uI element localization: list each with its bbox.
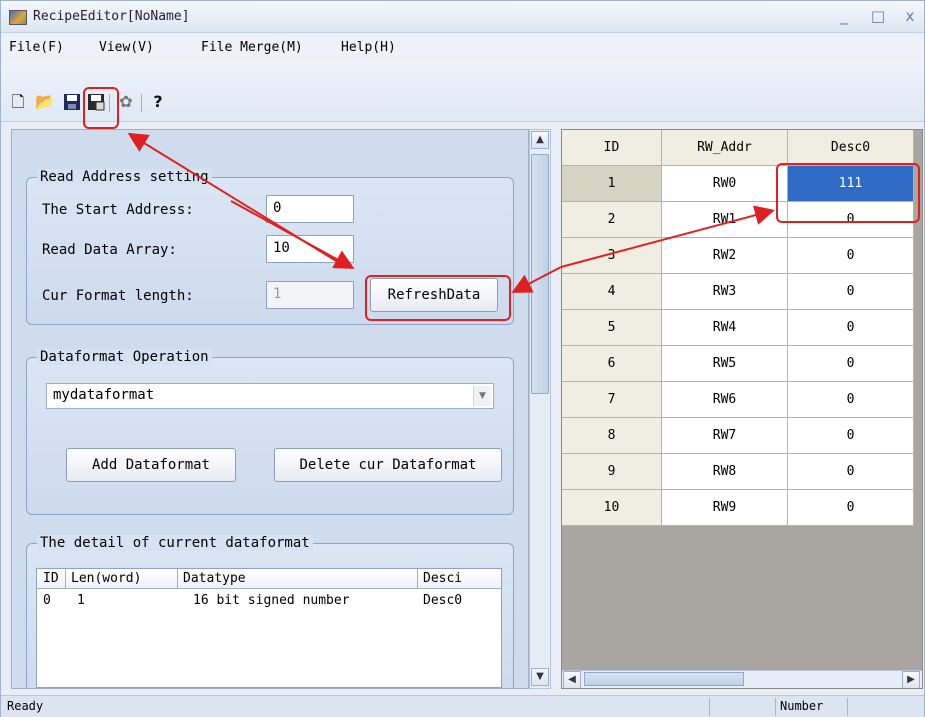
toolbar-separator xyxy=(141,94,142,112)
column-divider[interactable] xyxy=(65,569,66,589)
new-file-icon[interactable]: 🗋 xyxy=(9,93,27,111)
menu-file-merge[interactable]: File Merge(M) xyxy=(201,40,303,55)
dataformat-title: Dataformat Operation xyxy=(37,349,212,365)
scroll-thumb[interactable] xyxy=(531,154,549,394)
start-address-input[interactable]: 0 xyxy=(266,195,354,223)
help-icon[interactable]: ? xyxy=(149,93,167,111)
read-address-title: Read Address setting xyxy=(37,169,212,185)
cur-format-length-input: 1 xyxy=(266,281,354,309)
grid-cell-rw-addr[interactable]: RW2 xyxy=(662,238,788,274)
grid-cell-rw-addr[interactable]: RW8 xyxy=(662,454,788,490)
app-icon xyxy=(9,10,27,25)
status-bar: Ready Number xyxy=(1,695,924,717)
read-data-array-label: Read Data Array: xyxy=(42,242,177,258)
status-text: Ready xyxy=(7,699,44,713)
grid-cell-rw-addr[interactable]: RW3 xyxy=(662,274,788,310)
scroll-right-icon[interactable]: ▶ xyxy=(902,671,920,688)
grid-cell-id[interactable]: 8 xyxy=(562,418,662,454)
title-bar: RecipeEditor[NoName] _ □ x xyxy=(1,1,924,33)
add-dataformat-button[interactable]: Add Dataformat xyxy=(66,448,236,482)
grid-cell-id[interactable]: 7 xyxy=(562,382,662,418)
grid-cell-id[interactable]: 9 xyxy=(562,454,662,490)
status-pane-number: Number xyxy=(775,698,845,716)
save-icon[interactable] xyxy=(63,93,81,111)
read-data-array-input[interactable]: 10 xyxy=(266,235,354,263)
grid-header-id[interactable]: ID xyxy=(562,130,662,166)
col-datatype[interactable]: Datatype xyxy=(183,571,246,586)
scroll-left-icon[interactable]: ◀ xyxy=(563,671,581,688)
recipe-editor-window: RecipeEditor[NoName] _ □ x File(F) View(… xyxy=(0,0,925,717)
grid-cell-desc0[interactable]: 0 xyxy=(788,490,914,526)
grid-cell-id[interactable]: 4 xyxy=(562,274,662,310)
grid-cell-id[interactable]: 6 xyxy=(562,346,662,382)
menu-help[interactable]: Help(H) xyxy=(341,40,396,55)
close-button[interactable]: x xyxy=(899,6,921,26)
grid-cell-id[interactable]: 10 xyxy=(562,490,662,526)
grid-header-rw-addr[interactable]: RW_Addr xyxy=(662,130,788,166)
list-cell-id: 0 xyxy=(43,593,51,608)
grid-cell-rw-addr[interactable]: RW5 xyxy=(662,346,788,382)
list-cell-desc: Desc0 xyxy=(423,593,463,608)
dataformat-select-value: mydataformat xyxy=(53,387,155,403)
grid-cell-id[interactable]: 1 xyxy=(562,166,662,202)
detail-title: The detail of current dataformat xyxy=(37,535,313,551)
grid-cell-desc0[interactable]: 0 xyxy=(788,238,914,274)
grid-cell-rw-addr[interactable]: RW9 xyxy=(662,490,788,526)
refresh-highlight xyxy=(365,275,511,321)
dataformat-group: Dataformat Operation xyxy=(26,349,514,515)
grid-cell-desc0[interactable]: 0 xyxy=(788,274,914,310)
detail-list-header: ID Len(word) Datatype Desci xyxy=(37,569,501,589)
col-len[interactable]: Len(word) xyxy=(71,571,141,586)
save-highlight xyxy=(83,87,119,129)
grid-cell-rw-addr[interactable]: RW0 xyxy=(662,166,788,202)
grid-cell-desc0[interactable]: 0 xyxy=(788,418,914,454)
grid-cell-rw-addr[interactable]: RW1 xyxy=(662,202,788,238)
open-folder-icon[interactable]: 📂 xyxy=(35,93,55,111)
menu-file[interactable]: File(F) xyxy=(9,40,64,55)
toolbar: 🗋 📂 ✿ ? xyxy=(1,62,924,122)
settings-panel: Read Address setting The Start Address: … xyxy=(11,129,529,689)
grid-cell-desc0[interactable]: 0 xyxy=(788,346,914,382)
maximize-button[interactable]: □ xyxy=(867,6,889,26)
settings-icon[interactable]: ✿ xyxy=(117,93,135,111)
menu-view[interactable]: View(V) xyxy=(99,40,154,55)
grid-cell-rw-addr[interactable]: RW6 xyxy=(662,382,788,418)
status-pane-empty xyxy=(709,698,773,716)
desc-cell-highlight xyxy=(776,163,920,223)
grid-cell-rw-addr[interactable]: RW7 xyxy=(662,418,788,454)
grid-cell-id[interactable]: 5 xyxy=(562,310,662,346)
vertical-scrollbar[interactable]: ▲ ▼ xyxy=(529,129,551,689)
start-address-label: The Start Address: xyxy=(42,202,194,218)
grid-cell-rw-addr[interactable]: RW4 xyxy=(662,310,788,346)
window-title: RecipeEditor[NoName] xyxy=(33,9,190,24)
list-cell-datatype: 16 bit signed number xyxy=(193,593,350,608)
list-cell-len: 1 xyxy=(77,593,85,608)
grid-cell-desc0[interactable]: 0 xyxy=(788,310,914,346)
grid-cell-id[interactable]: 3 xyxy=(562,238,662,274)
column-divider[interactable] xyxy=(177,569,178,589)
grid-header-desc0[interactable]: Desc0 xyxy=(788,130,914,166)
col-id[interactable]: ID xyxy=(43,571,59,586)
list-item[interactable]: 0 1 16 bit signed number Desc0 xyxy=(37,593,501,611)
chevron-down-icon[interactable]: ▼ xyxy=(473,386,491,406)
dataformat-select[interactable]: mydataformat ▼ xyxy=(46,383,494,409)
hscroll-thumb[interactable] xyxy=(584,672,744,686)
delete-dataformat-button[interactable]: Delete cur Dataformat xyxy=(274,448,502,482)
col-desci[interactable]: Desci xyxy=(423,571,462,586)
scroll-up-icon[interactable]: ▲ xyxy=(531,131,549,149)
minimize-button[interactable]: _ xyxy=(833,6,855,26)
cur-format-length-label: Cur Format length: xyxy=(42,288,194,304)
menu-bar: File(F) View(V) File Merge(M) Help(H) xyxy=(1,34,924,62)
grid-cell-desc0[interactable]: 0 xyxy=(788,454,914,490)
grid-cell-id[interactable]: 2 xyxy=(562,202,662,238)
horizontal-scrollbar[interactable]: ◀ ▶ xyxy=(562,670,922,688)
status-pane-extra xyxy=(847,698,917,716)
grid-cell-desc0[interactable]: 0 xyxy=(788,382,914,418)
column-divider[interactable] xyxy=(417,569,418,589)
detail-list[interactable]: ID Len(word) Datatype Desci 0 1 16 bit s… xyxy=(36,568,502,688)
scroll-down-icon[interactable]: ▼ xyxy=(531,668,549,686)
